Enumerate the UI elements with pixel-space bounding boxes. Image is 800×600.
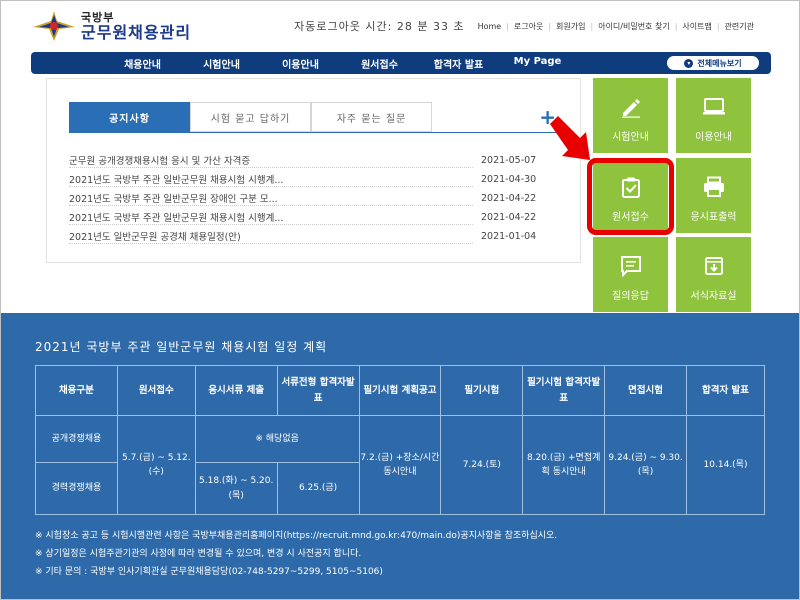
notice-date: 2021-04-22 [481,212,537,223]
notice-title[interactable]: 2021년도 국방부 주관 일반군무원 장애인 구분 모... [69,191,473,206]
notice-panel: 공지사항 시험 묻고 답하기 자주 묻는 질문 + 군무원 공개경쟁채용시험 응… [46,78,581,263]
notice-title[interactable]: 2021년도 국방부 주관 일반군무원 채용시험 시행계... [69,210,473,225]
col-header: 채용구분 [35,365,118,416]
util-link-logout[interactable]: 로그아웃 [509,21,548,32]
logo-main-text: 군무원채용관리 [81,22,192,42]
util-link-join[interactable]: 회원가입 [551,21,590,32]
apply-period: 5.7.(금) ~ 5.12.(수) [116,415,196,515]
quick-tile-label: 서식자료실 [690,291,737,302]
docs-pass: 6.25.(금) [276,462,360,515]
quick-tile-label: 응시표출력 [690,212,737,223]
notice-title[interactable]: 군무원 공개경쟁채용시험 응시 및 가산 자격증 [69,153,473,168]
red-arrow-icon [550,116,590,160]
util-link-home[interactable]: Home [473,22,507,31]
list-item[interactable]: 2021년도 일반군무원 공경채 채용일정(안) 2021-01-04 [69,227,539,246]
list-item[interactable]: 2021년도 국방부 주관 일반군무원 장애인 구분 모... 2021-04-2… [69,189,539,208]
list-item[interactable]: 2021년도 국방부 주관 일반군무원 채용시험 시행계... 2021-04-2… [69,208,539,227]
list-item[interactable]: 2021년도 국방부 주관 일반군무원 채용시험 시행계... 2021-04-3… [69,170,539,189]
notice-date: 2021-01-04 [481,231,537,242]
chat-icon [620,256,641,277]
written-pass: 8.20.(금) +면접계획 동시안내 [522,415,606,515]
col-header: 면접시험 [604,365,687,416]
list-item[interactable]: 군무원 공개경쟁채용시험 응시 및 가산 자격증 2021-05-07 [69,151,539,170]
all-menu-button[interactable]: ▾ 전체메뉴보기 [667,56,759,70]
tab-exam-qna[interactable]: 시험 묻고 답하기 [190,102,311,132]
quick-tile-label: 이용안내 [695,132,732,143]
chevron-down-icon: ▾ [684,58,694,68]
interview: 9.24.(금) ~ 9.30.(목) [604,415,687,515]
notice-date: 2021-04-30 [481,174,537,185]
quick-tile-print-ticket[interactable]: 응시표출력 [676,158,751,233]
schedule-table: 채용구분 원서접수 응시서류 제출 서류전형 합격자발표 필기시험 계획공고 필… [35,365,765,515]
printer-icon [703,176,724,197]
site-logo[interactable]: 국방부 군무원채용관리 [31,7,201,45]
written-notice: 7.2.(금) +장소/시간 동시안내 [358,415,442,515]
final-result: 10.14.(목) [686,415,765,515]
schedule-notes: ※ 시험장소 공고 등 시험시행관련 사항은 국방부채용관리홈페이지(https… [35,527,557,581]
tab-underline [69,132,558,133]
col-header: 필기시험 [440,365,524,416]
notice-title[interactable]: 2021년도 일반군무원 공경채 채용일정(안) [69,229,473,244]
col-header: 합격자 발표 [686,365,765,416]
notice-tabs: 공지사항 시험 묻고 답하기 자주 묻는 질문 [69,102,432,132]
tab-notice[interactable]: 공지사항 [69,102,190,132]
quick-tile-exam-info[interactable]: 시험안내 [593,78,668,153]
utility-bar: 자동로그아웃 시간: 28 분 33 초 Home | 로그아웃 | 회원가입 | 아… [294,18,759,34]
nav-item-mypage[interactable]: My Page [498,56,577,71]
nav-item-application[interactable]: 원서접수 [340,56,419,71]
highlight-box [587,158,674,235]
download-box-icon [704,257,723,275]
nav-item-exam-info[interactable]: 시험안내 [182,56,261,71]
col-header: 원서접수 [116,365,196,416]
quick-tile-label: 시험안내 [612,132,649,143]
note-line: ※ 기타 문의 : 국방부 인사기획관실 군무원채용담당(02-748-5297… [35,567,383,577]
schedule-section: 2021년 국방부 주관 일반군무원 채용시험 일정 계획 채용구분 원서접수 … [1,313,799,599]
notice-date: 2021-04-22 [481,193,537,204]
notice-list: 군무원 공개경쟁채용시험 응시 및 가산 자격증 2021-05-07 2021년… [69,151,539,246]
table-row: 공개경쟁채용 5.7.(금) ~ 5.12.(수) ※ 해당없음 7.2.(금)… [35,415,765,515]
monitor-icon [702,98,725,115]
nav-item-usage-info[interactable]: 이용안내 [261,56,340,71]
quick-tile-forms[interactable]: 서식자료실 [676,237,751,312]
nav-item-results[interactable]: 합격자 발표 [419,56,498,71]
quick-tile-qna[interactable]: 질의응답 [593,237,668,312]
col-header: 응시서류 제출 [194,365,278,416]
table-header-row: 채용구분 원서접수 응시서류 제출 서류전형 합격자발표 필기시험 계획공고 필… [35,365,765,416]
util-link-related[interactable]: 관련기관 [720,21,759,32]
notice-date: 2021-05-07 [481,155,537,166]
quick-tile-label: 질의응답 [612,291,649,302]
docs-submit: 5.18.(화) ~ 5.20.(목) [194,462,278,515]
note-line: ※ 시험장소 공고 등 시험시행관련 사항은 국방부채용관리홈페이지(https… [35,531,558,541]
written-exam: 7.24.(토) [440,415,524,515]
emblem-icon [31,7,77,45]
util-link-sitemap[interactable]: 사이트맵 [677,21,716,32]
row-label: 경력경쟁채용 [35,462,118,515]
col-header: 필기시험 계획공고 [358,365,442,416]
logo-top-text: 국방부 [81,10,115,24]
row-label: 공개경쟁채용 [35,415,118,463]
pencil-icon [621,99,640,118]
col-header: 서류전형 합격자발표 [276,365,360,416]
nav-item-recruit-info[interactable]: 채용안내 [103,56,182,71]
main-nav: 채용안내 시험안내 이용안내 원서접수 합격자 발표 My Page ▾ 전체메… [31,52,771,74]
auto-logout-timer: 자동로그아웃 시간: 28 분 33 초 [294,20,465,33]
page: 국방부 군무원채용관리 자동로그아웃 시간: 28 분 33 초 Home | 로… [0,0,800,600]
col-header: 필기시험 합격자발표 [522,365,606,416]
notice-title[interactable]: 2021년도 국방부 주관 일반군무원 채용시험 시행계... [69,172,473,187]
quick-tile-usage-info[interactable]: 이용안내 [676,78,751,153]
tab-faq[interactable]: 자주 묻는 질문 [311,102,432,132]
all-menu-label: 전체메뉴보기 [697,58,742,68]
util-link-find-account[interactable]: 아이디/비밀번호 찾기 [593,21,674,32]
note-line: ※ 상기일정은 시험주관기관의 사정에 따라 변경될 수 있으며, 변경 시 사… [35,549,362,559]
not-applicable: ※ 해당없음 [194,415,360,463]
schedule-title: 2021년 국방부 주관 일반군무원 채용시험 일정 계획 [35,340,328,354]
